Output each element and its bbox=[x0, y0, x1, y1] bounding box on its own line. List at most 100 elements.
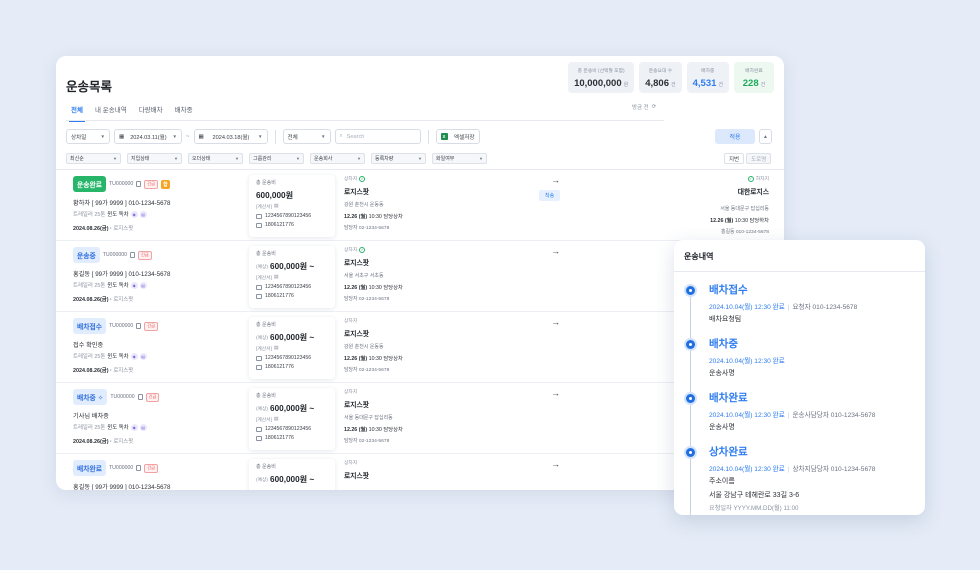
loading-address: 서울 서초구 서초동 bbox=[344, 273, 384, 279]
fee-value: (예상) 600,000원 ~ bbox=[256, 260, 328, 272]
loading-time: 12.26 (월) 10:30 담당상차 bbox=[344, 354, 504, 362]
stat-total-fee: 총 운송비 (선택월 포함) 10,000,000 원 bbox=[568, 62, 635, 93]
toggle-lot-address[interactable]: 지번 bbox=[724, 153, 745, 164]
receipt-icon: ▤ bbox=[273, 204, 279, 209]
chip-vehicle[interactable]: 등록차량 ▼ bbox=[371, 153, 426, 164]
loading-manager: 담당자 02-1234-5678 bbox=[344, 366, 504, 373]
scope-select[interactable]: 전체 ▼ bbox=[282, 129, 331, 144]
table-row[interactable]: 운송완료 TU000000 긴급 합 황하차 [ 99가 9999 ] 010-… bbox=[56, 170, 784, 241]
loading-address: 강원 춘천시 운동동 bbox=[344, 344, 384, 350]
event-meta: 2024.10.04(월) 12:30 완료 | 상차지담당자 010-1234-5… bbox=[709, 463, 875, 473]
chip-order-status[interactable]: 오더상태 ▼ bbox=[188, 153, 243, 164]
loading-place: 로지스팟 bbox=[344, 331, 370, 338]
order-company: 로지스팟 bbox=[113, 439, 134, 445]
copy-icon[interactable] bbox=[130, 252, 135, 258]
date-from-field[interactable]: ▦ 2024.03.11(월) ▼ bbox=[114, 129, 182, 144]
tab-bulk-dispatch[interactable]: 다량배차 bbox=[134, 102, 168, 118]
loading-label: 상차지 bbox=[344, 248, 358, 253]
row-summary: 배차접수 TU000000 긴급 접수 확인중 트레일러 25톤 윈도 독차 ◆ ▤ … bbox=[73, 318, 243, 374]
fee-label: 총 운송비 bbox=[256, 251, 276, 257]
event-title: 배차완료 bbox=[709, 392, 748, 404]
account-number: 1234567890123456 bbox=[265, 355, 312, 361]
order-date: 2024.08.26(금) · 로지스팟 bbox=[73, 439, 134, 445]
arrow-right-icon: → bbox=[551, 246, 560, 256]
chip-carrier[interactable]: 운송회사 ▼ bbox=[310, 153, 365, 164]
chip-file[interactable]: 화일여부 ▼ bbox=[432, 153, 487, 164]
fee-label: 총 운송비 bbox=[256, 464, 276, 470]
date-to-field[interactable]: ▦ 2024.03.18(월) ▼ bbox=[193, 129, 268, 144]
scope-value: 전체 bbox=[287, 134, 298, 141]
event-actor: 배차요청팀 bbox=[709, 316, 742, 323]
check-icon: ✓ bbox=[359, 175, 366, 182]
phone-line: 1806121776 bbox=[256, 222, 328, 228]
card-icon bbox=[256, 355, 262, 361]
fee-label: 총 운송비 bbox=[256, 180, 276, 186]
invoice-line: [계산서] ▤ bbox=[256, 203, 328, 210]
tu-id: TU000000 bbox=[109, 465, 134, 471]
tab-my-shipments[interactable]: 내 운송내역 bbox=[90, 102, 132, 118]
order-company: 로지스팟 bbox=[113, 368, 134, 374]
chip-label: 화일여부 bbox=[436, 156, 455, 162]
stat-label: 배차완료 bbox=[745, 69, 763, 74]
truck-kind: 윈도 독차 bbox=[107, 425, 129, 431]
event-actor: 운송사명 bbox=[709, 370, 735, 377]
receipt-icon: ▤ bbox=[273, 275, 279, 280]
account-line: 1234567890123456 bbox=[256, 355, 328, 361]
account-number: 1234567890123456 bbox=[265, 213, 312, 219]
meta-divider: | bbox=[787, 304, 790, 311]
status-badge: 운송중 bbox=[73, 247, 100, 263]
check-icon: ✓ bbox=[359, 246, 366, 253]
loading-date: 12.26 (월) bbox=[344, 214, 368, 220]
phone-number: 1806121776 bbox=[265, 435, 294, 441]
chip-group[interactable]: 그룹관리 ▼ bbox=[249, 153, 304, 164]
loading-info: 상차지 로지스팟 강원 춘천시 운동동 12.26 (월) 10:30 담당상차… bbox=[344, 317, 504, 373]
fee-amount: 600,000원 ~ bbox=[270, 333, 315, 342]
search-placeholder: Search bbox=[346, 133, 365, 140]
copy-icon[interactable] bbox=[136, 323, 142, 329]
meta-divider: | bbox=[787, 466, 790, 473]
invoice-label: [계산서] bbox=[256, 276, 272, 281]
document-icon: ▤ bbox=[139, 352, 147, 360]
urgent-tag: 긴급 bbox=[144, 463, 158, 473]
shipment-history-panel: 운송내역 배차접수 2024.10.04(월) 12:30 완료 | 요청자 010… bbox=[674, 240, 925, 515]
copy-icon[interactable] bbox=[136, 181, 142, 187]
arrow-right-icon: → bbox=[551, 175, 560, 185]
account-line: 1234567890123456 bbox=[256, 426, 328, 432]
unloading-address: 서울 동대문구 답십리동 bbox=[720, 206, 769, 212]
account-number: 1234567890123456 bbox=[265, 426, 312, 432]
truck-info: 트레일러 25톤 윈도 독차 ◆ ▤ bbox=[73, 210, 243, 218]
loading-date: 12.26 (월) bbox=[344, 427, 368, 433]
chevron-up-icon: ▲ bbox=[763, 133, 768, 140]
toggle-road-address[interactable]: 도로명 bbox=[746, 153, 772, 164]
search-input[interactable]: ⌕ Search bbox=[334, 129, 421, 144]
chevron-down-icon: ▼ bbox=[100, 134, 105, 139]
invoice-line: [계산서] ▤ bbox=[256, 345, 328, 352]
apply-button[interactable]: 적용 bbox=[715, 129, 755, 144]
invoice-line: [계산서] ▤ bbox=[256, 274, 328, 281]
copy-icon[interactable] bbox=[136, 465, 142, 471]
event-time: 2024.10.04(월) 12:30 완료 bbox=[709, 304, 785, 311]
loading-place: 로지스팟 bbox=[344, 473, 370, 480]
chip-sort[interactable]: 최신순 ▼ bbox=[66, 153, 121, 164]
loading-place: 로지스팟 bbox=[344, 402, 370, 409]
loading-manager-phone: 02-1234-5678 bbox=[358, 439, 390, 444]
event-request-date: 요청일자 YYYY.MM.DD(월) 11:00 bbox=[709, 503, 798, 512]
calendar-icon: ▦ bbox=[198, 133, 204, 140]
refresh-button[interactable]: 방금 전 ⟳ bbox=[632, 103, 656, 111]
card-icon bbox=[256, 426, 262, 432]
tab-dispatching[interactable]: 배차중 bbox=[170, 102, 198, 118]
excel-export-button[interactable]: X 엑셀저장 bbox=[435, 129, 480, 144]
filter-divider bbox=[427, 129, 429, 144]
tab-all[interactable]: 전체 bbox=[66, 102, 88, 122]
date-from-value: 2024.03.11(월) bbox=[130, 134, 167, 141]
loading-info: 상차지 로지스팟 bbox=[344, 459, 504, 480]
copy-icon[interactable] bbox=[137, 394, 143, 400]
chip-status[interactable]: 지입상태 ▼ bbox=[127, 153, 182, 164]
request-date-label: 요청일자 bbox=[709, 505, 732, 512]
filter-bar: 상차일 ▼ ▦ 2024.03.11(월) ▼ ~ ▦ 2024.03.18(월) ▼ 전… bbox=[66, 129, 480, 144]
phone-icon bbox=[256, 364, 262, 370]
collapse-button[interactable]: ▲ bbox=[759, 129, 772, 144]
date-type-select[interactable]: 상차일 ▼ bbox=[66, 129, 110, 144]
truck-type: 트레일러 25톤 bbox=[73, 283, 106, 289]
order-date: 2024.08.26(금) · 로지스팟 bbox=[73, 368, 134, 374]
